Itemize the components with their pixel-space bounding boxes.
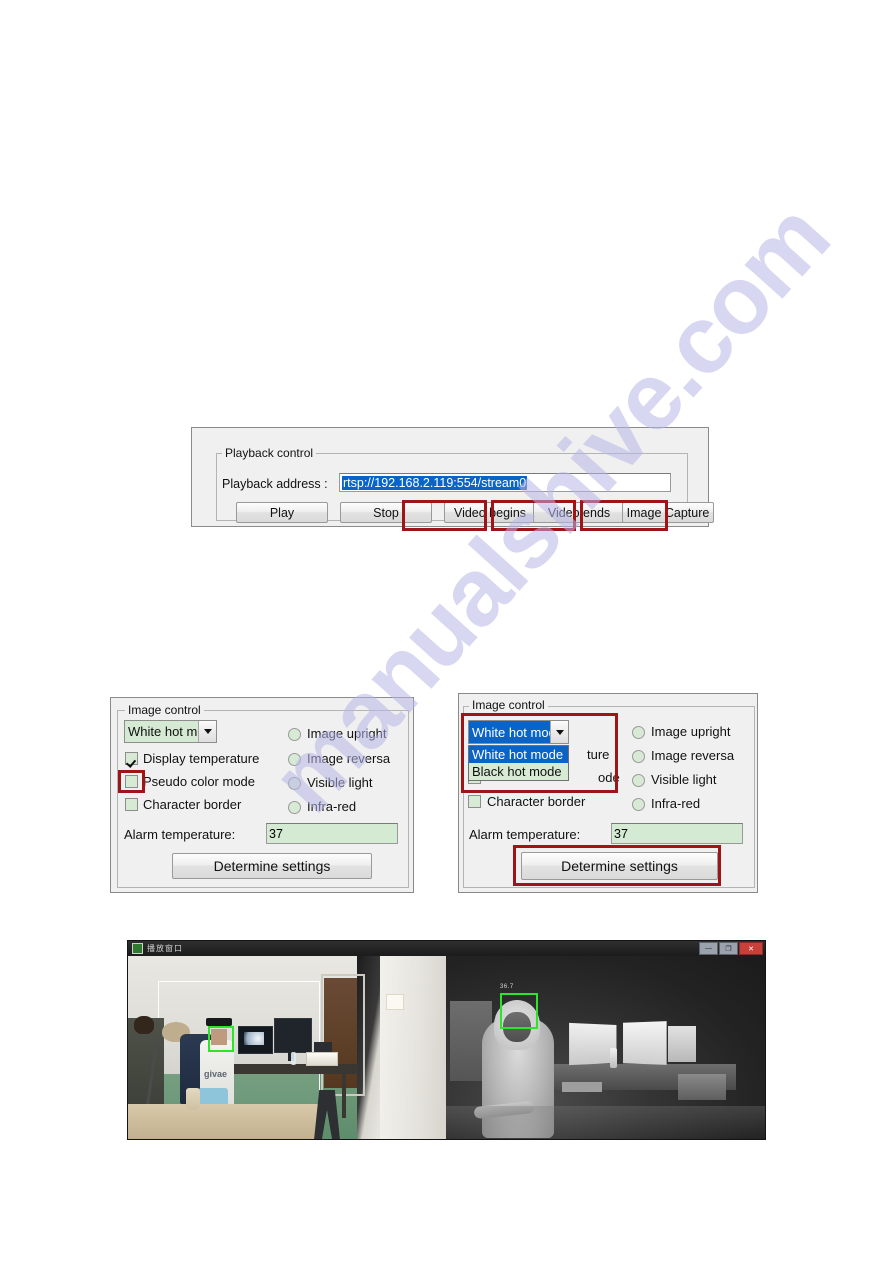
radio-visible-light-label-right: Visible light (651, 772, 717, 787)
wall-paper-note (386, 994, 404, 1010)
dropdown-option-white-hot-mode[interactable]: White hot mode (469, 746, 568, 763)
app-icon (132, 943, 143, 954)
alarm-temperature-label-right: Alarm temperature: (469, 827, 581, 842)
desk-leg-right (342, 1074, 346, 1118)
curtain (380, 956, 446, 1139)
camera-device (206, 1018, 232, 1026)
radio-visible-light-left[interactable] (288, 777, 301, 790)
thermal-keyboard (562, 1082, 602, 1092)
alarm-temperature-value-right: 37 (614, 826, 628, 841)
thermal-mode-combobox-left[interactable]: White hot mod (124, 720, 217, 743)
alarm-temperature-input-left[interactable]: 37 (266, 823, 398, 844)
playback-control-panel: Playback control Playback address : rtsp… (191, 427, 714, 527)
determine-settings-button-left[interactable]: Determine settings (172, 853, 372, 879)
checkbox-character-border-left[interactable] (125, 798, 138, 811)
checkbox-pseudo-color-mode-left[interactable] (125, 775, 138, 788)
playback-control-group-title: Playback control (222, 446, 317, 460)
thermal-mode-dropdown-list[interactable]: White hot mode Black hot mode (468, 745, 569, 781)
vase (186, 1088, 200, 1110)
image-capture-button[interactable]: Image Capture (622, 502, 714, 523)
radio-image-upright-right[interactable] (632, 726, 645, 739)
thermal-foreground-glow (446, 1106, 765, 1139)
monitor-left (238, 1026, 273, 1054)
checkbox-character-border-label-right: Character border (487, 794, 586, 809)
maximize-button[interactable]: ❐ (719, 942, 738, 955)
radio-visible-light-label-left: Visible light (307, 775, 373, 790)
determine-settings-button-right[interactable]: Determine settings (521, 852, 718, 880)
radio-infra-red-label-left: Infra-red (307, 799, 357, 814)
radio-infra-red-label-right: Infra-red (651, 796, 701, 811)
hoodie-print-text: givae (204, 1069, 228, 1079)
person-head-left (134, 1016, 154, 1034)
radio-image-reversa-label-right: Image reversa (651, 748, 735, 763)
visible-light-pane[interactable]: givae (128, 956, 446, 1139)
radio-image-upright-label-right: Image upright (651, 724, 731, 739)
checkbox-character-border-label-left: Character border (143, 797, 242, 812)
video-begins-button[interactable]: Video begins (444, 502, 536, 523)
alarm-temperature-label-left: Alarm temperature: (124, 827, 236, 842)
thermal-temperature-readout: 36.7 (500, 984, 514, 990)
book-stack (306, 1052, 338, 1066)
playback-address-value: rtsp://192.168.2.119:554/stream0 (342, 475, 528, 490)
radio-infra-red-left[interactable] (288, 801, 301, 814)
thermal-pane[interactable]: 36.7 (446, 956, 765, 1139)
alarm-temperature-value-left: 37 (269, 826, 283, 841)
radio-infra-red-right[interactable] (632, 798, 645, 811)
radio-image-reversa-label-left: Image reversa (307, 751, 391, 766)
low-table (128, 1104, 322, 1139)
thermal-box-right (678, 1074, 726, 1100)
video-window-title: 播放窗口 (147, 944, 183, 953)
checkbox-pseudo-color-mode-label-left: Pseudo color mode (143, 774, 256, 789)
image-control-panel-left: Image control White hot mod Display temp… (110, 697, 414, 893)
checkbox-pseudo-color-mode-label-right: ode (598, 770, 620, 785)
video-ends-button[interactable]: Video ends (533, 502, 625, 523)
video-window-titlebar[interactable]: 播放窗口 — ❐ ✕ (128, 941, 765, 956)
checkbox-character-border-right[interactable] (468, 795, 481, 808)
play-button[interactable]: Play (236, 502, 328, 523)
thermal-monitor-c (668, 1026, 696, 1062)
monitor-right (274, 1018, 312, 1053)
video-window-body: givae 36.7 (128, 956, 765, 1139)
radio-image-upright-label-left: Image upright (307, 726, 387, 741)
checkbox-display-temperature-label-right: ture (587, 747, 610, 762)
playback-address-label: Playback address : (222, 477, 328, 491)
dropdown-option-black-hot-mode[interactable]: Black hot mode (469, 763, 568, 780)
thermal-bottle (610, 1048, 617, 1068)
water-bottle (291, 1052, 296, 1065)
checkbox-display-temperature-label-left: Display temperature (143, 751, 260, 766)
thermal-mode-combobox-value-right: White hot mod (472, 724, 550, 740)
window-controls: — ❐ ✕ (699, 942, 763, 955)
image-control-panel-right: Image control ture ode Character border … (458, 693, 758, 893)
radio-visible-light-right[interactable] (632, 774, 645, 787)
video-playback-window[interactable]: 播放窗口 — ❐ ✕ givae 36.7 (127, 940, 766, 1140)
radio-image-reversa-right[interactable] (632, 750, 645, 763)
alarm-temperature-input-right[interactable]: 37 (611, 823, 743, 844)
playback-address-input[interactable]: rtsp://192.168.2.119:554/stream0 (339, 473, 671, 492)
image-control-right-group-title: Image control (469, 698, 548, 712)
stop-button[interactable]: Stop (340, 502, 432, 523)
radio-image-upright-left[interactable] (288, 728, 301, 741)
close-button[interactable]: ✕ (739, 942, 763, 955)
radio-image-reversa-left[interactable] (288, 753, 301, 766)
face-detection-box-thermal (500, 993, 538, 1029)
face-detection-box-visible (208, 1026, 234, 1052)
image-control-left-group-title: Image control (125, 703, 204, 717)
thermal-mode-combobox-right[interactable]: White hot mod (468, 720, 569, 744)
thermal-monitor-b (623, 1021, 667, 1065)
minimize-button[interactable]: — (699, 942, 718, 955)
thermal-mode-combobox-value-left: White hot mod (128, 724, 198, 739)
checkbox-display-temperature-left[interactable] (125, 752, 138, 765)
chevron-down-icon[interactable] (198, 721, 216, 742)
chevron-down-icon[interactable] (550, 721, 568, 743)
